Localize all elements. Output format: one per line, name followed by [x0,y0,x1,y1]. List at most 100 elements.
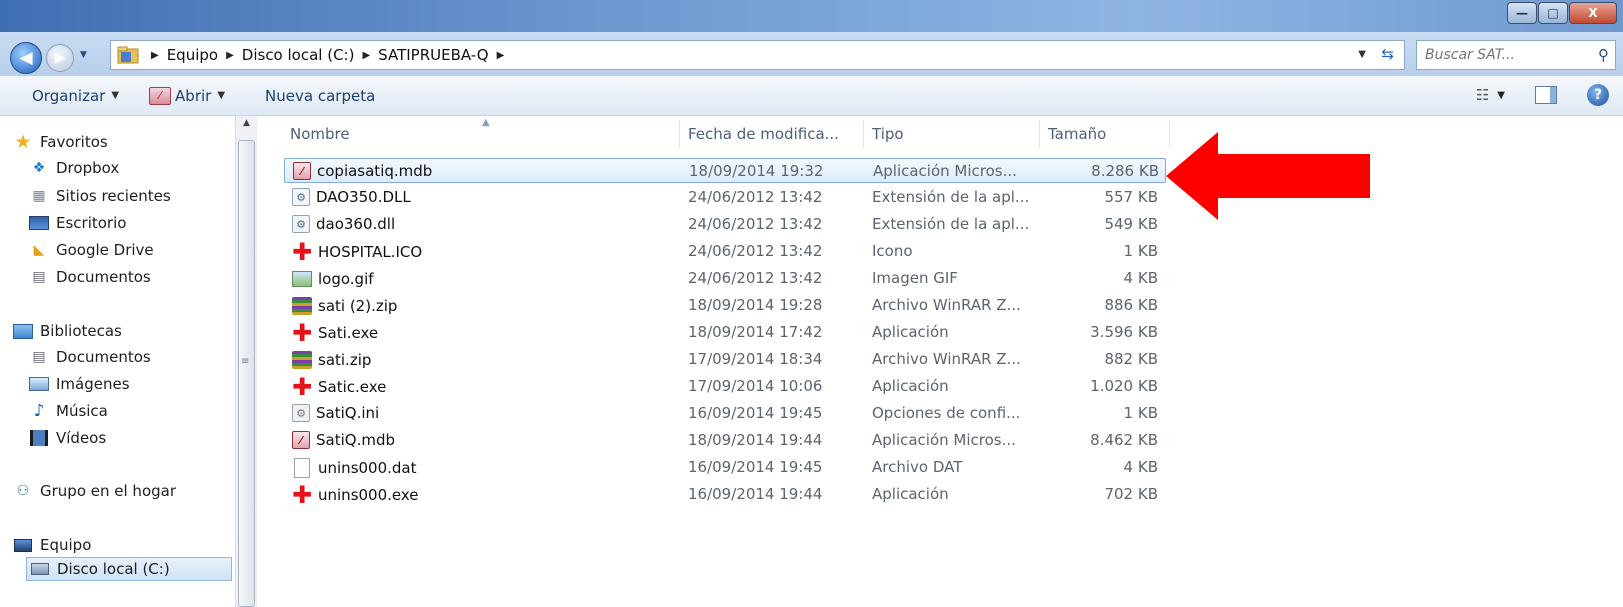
refresh-icon[interactable]: ⇆ [1381,45,1394,63]
breadcrumb-chevron-icon[interactable]: ▶ [226,50,234,61]
nav-homegroup[interactable]: ⚇ Grupo en el hogar [12,479,176,503]
address-bar[interactable]: ▶ Equipo ▶ Disco local (C:) ▶ SATIPRUEBA… [110,40,1405,70]
nav-local-disk[interactable]: Disco local (C:) [26,557,232,581]
music-icon: ♪ [33,401,45,421]
breadcrumb-chevron-icon[interactable]: ▶ [362,50,370,61]
preview-pane-icon[interactable] [1535,86,1557,104]
file-name-cell: sati (2).zip [292,296,397,316]
google-drive-icon: ◣ [33,242,45,258]
organize-button[interactable]: Organizar ▼ [22,81,129,111]
close-button[interactable]: X [1569,2,1617,24]
breadcrumb-chevron-icon[interactable]: ▶ [497,50,505,61]
address-row: ◀ ▶ ▼ ▶ Equipo ▶ Disco local (C:) ▶ SATI… [0,32,1623,76]
file-row[interactable]: ⚙ SatiQ.ini 16/09/2014 19:45 Opciones de … [284,401,1166,426]
nav-recent-label: Sitios recientes [56,187,171,205]
nav-desktop[interactable]: Escritorio [28,211,126,235]
column-header-name[interactable]: Nombre ▲ [282,117,680,148]
maximize-button[interactable]: □ [1538,2,1568,24]
nav-libraries[interactable]: Bibliotecas [12,319,122,343]
command-bar: Organizar ▼ ⁄ Abrir ▼ Nueva carpeta ☷ ▼ … [0,76,1623,116]
address-dropdown-icon[interactable]: ▼ [1358,49,1366,60]
file-name-cell: ⁄ SatiQ.mdb [292,431,395,449]
scroll-thumb[interactable] [238,140,255,607]
file-name: Sati.exe [318,324,379,342]
file-row[interactable]: logo.gif 24/06/2012 13:42 Imagen GIF 4 K… [284,266,1166,291]
forward-button[interactable]: ▶ [46,44,74,72]
file-name: logo.gif [318,270,374,288]
views-dropdown-icon[interactable]: ▼ [1497,90,1505,101]
minimize-icon: — [1516,6,1528,20]
homegroup-icon: ⚇ [16,483,30,499]
file-row[interactable]: ✚ Satic.exe 17/09/2014 10:06 Aplicación 1… [284,374,1166,399]
nav-videos[interactable]: Vídeos [28,426,106,450]
file-row[interactable]: ⚙ dao360.dll 24/06/2012 13:42 Extensión d… [284,212,1166,237]
nav-favorites[interactable]: ★ Favoritos [12,130,107,154]
search-input[interactable] [1425,47,1575,63]
open-button[interactable]: ⁄ Abrir ▼ [139,81,235,111]
nav-libraries-label: Bibliotecas [40,322,122,340]
file-row[interactable]: unins000.dat 16/09/2014 19:45 Archivo DA… [284,455,1166,480]
file-row[interactable]: ✚ unins000.exe 16/09/2014 19:44 Aplicació… [284,482,1166,507]
access-open-icon: ⁄ [149,86,172,105]
file-name: unins000.dat [318,459,417,477]
file-row[interactable]: ⁄ SatiQ.mdb 18/09/2014 19:44 Aplicación M… [284,428,1166,453]
breadcrumb-chevron-icon[interactable]: ▶ [151,50,159,61]
breadcrumb-current-folder[interactable]: SATIPRUEBA-Q [378,46,488,64]
scroll-up-arrow-icon[interactable]: ▲ [236,118,257,134]
chevron-down-icon: ▼ [111,90,120,101]
column-header-type[interactable]: Tipo [864,120,1040,148]
nav-music[interactable]: ♪ Música [28,399,108,423]
nav-desktop-label: Escritorio [56,214,127,232]
file-row[interactable]: ⚙ DAO350.DLL 24/06/2012 13:42 Extensión d… [284,185,1166,210]
file-size: 4 KB [1123,458,1158,476]
file-row[interactable]: ⁄ copiasatiq.mdb 18/09/2014 19:32 Aplicac… [284,158,1166,183]
library-icon [12,322,34,340]
nav-images-label: Imágenes [56,375,130,393]
views-icon[interactable]: ☷ [1476,86,1489,104]
file-row[interactable]: ✚ Sati.exe 18/09/2014 17:42 Aplicación 3.… [284,320,1166,345]
nav-computer[interactable]: Equipo [12,533,91,557]
nav-dropbox[interactable]: ❖ Dropbox [28,156,119,180]
image-icon [292,269,312,289]
dll-icon: ⚙ [292,215,310,233]
file-size: 8.462 KB [1090,431,1158,449]
red-cross-icon: ✚ [291,319,313,347]
history-dropdown-icon[interactable]: ▼ [80,50,87,60]
file-size: 549 KB [1104,215,1158,233]
file-name-cell: ✚ Sati.exe [291,319,379,347]
breadcrumb-local-disk[interactable]: Disco local (C:) [242,46,355,64]
file-type: Archivo DAT [872,458,963,476]
nav-local-disk-label: Disco local (C:) [57,560,170,578]
column-header-date[interactable]: Fecha de modifica... [680,120,864,148]
file-type: Aplicación [872,377,949,395]
recent-places-icon: ▦ [32,188,46,204]
winrar-icon [292,296,312,316]
nav-scrollbar[interactable]: ▲ ≡ [235,116,257,607]
file-name-cell: ⚙ DAO350.DLL [292,188,411,206]
nav-google-drive[interactable]: ◣ Google Drive [28,238,154,262]
file-date: 24/06/2012 13:42 [688,242,823,260]
help-icon[interactable]: ? [1587,84,1609,106]
file-size: 1 KB [1123,242,1158,260]
winrar-icon [292,350,312,370]
back-button[interactable]: ◀ [10,42,42,74]
search-icon[interactable]: ⚲ [1598,46,1609,64]
file-name: Satic.exe [318,378,387,396]
nav-lib-documents[interactable]: ▤ Documentos [28,345,150,369]
column-header-size[interactable]: Tamaño [1040,120,1170,148]
title-bar: — □ X [0,0,1623,32]
file-type: Extensión de la apl... [872,215,1030,233]
file-name: SatiQ.mdb [316,431,395,449]
file-row[interactable]: ✚ HOSPITAL.ICO 24/06/2012 13:42 Icono 1 K… [284,239,1166,264]
file-row[interactable]: sati.zip 17/09/2014 18:34 Archivo WinRAR… [284,347,1166,372]
folder-icon [117,46,139,64]
nav-recent-places[interactable]: ▦ Sitios recientes [28,184,171,208]
minimize-button[interactable]: — [1507,2,1537,24]
nav-documents[interactable]: ▤ Documentos [28,265,150,289]
file-size: 557 KB [1104,188,1158,206]
computer-icon [12,536,34,554]
nav-images[interactable]: Imágenes [28,372,130,396]
breadcrumb-computer[interactable]: Equipo [167,46,218,64]
file-row[interactable]: sati (2).zip 18/09/2014 19:28 Archivo Wi… [284,293,1166,318]
new-folder-button[interactable]: Nueva carpeta [255,81,385,111]
